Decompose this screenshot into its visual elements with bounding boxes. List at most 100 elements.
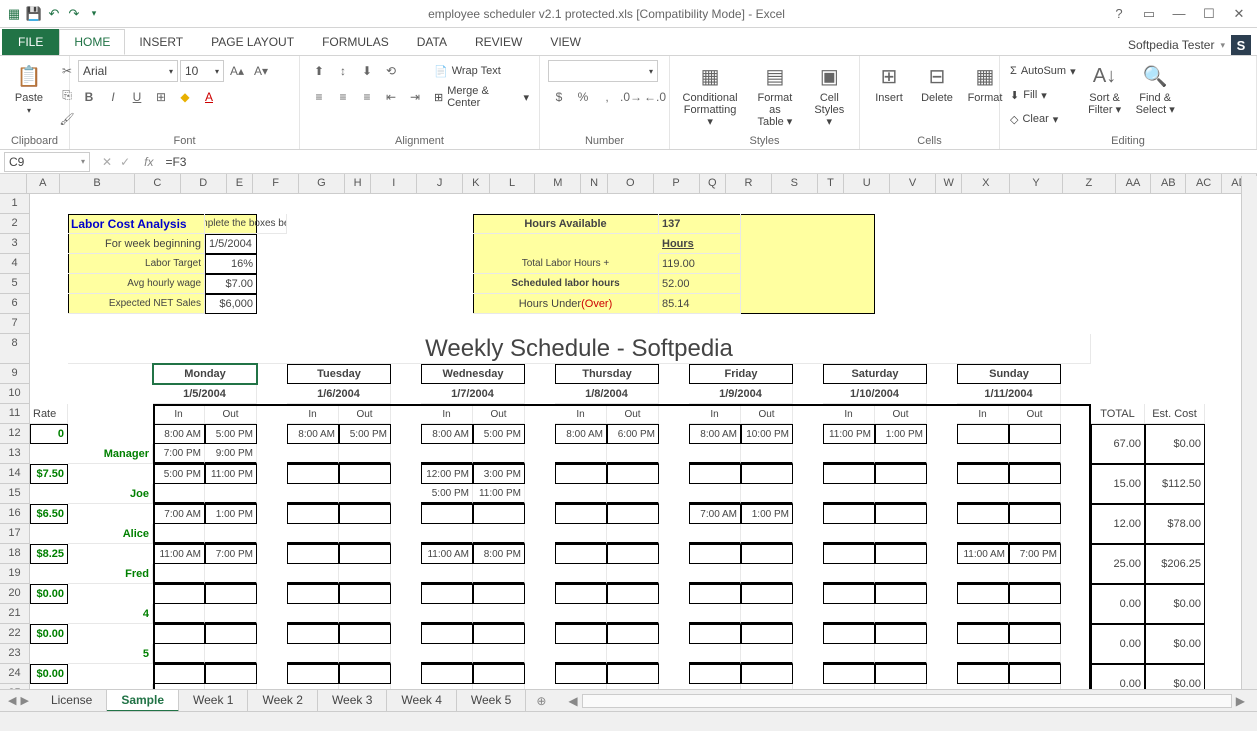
time-out[interactable]	[1009, 604, 1061, 624]
column-header[interactable]: O	[608, 174, 654, 193]
row-header[interactable]: 20	[0, 584, 30, 604]
time-out[interactable]: 5:00 PM	[339, 424, 391, 444]
wrap-text-button[interactable]: 📄 Wrap Text	[432, 60, 531, 82]
row-header[interactable]: 14	[0, 464, 30, 484]
cost-value[interactable]: $112.50	[1145, 464, 1205, 504]
row-header[interactable]: 7	[0, 314, 30, 334]
column-header[interactable]: L	[490, 174, 536, 193]
align-bottom-icon[interactable]: ⬇	[356, 60, 378, 82]
date-header[interactable]: 1/7/2004	[421, 384, 525, 404]
time-out[interactable]	[741, 464, 793, 484]
total-hours-value[interactable]: 119.00	[659, 254, 741, 274]
column-header[interactable]: W	[936, 174, 963, 193]
cost-header[interactable]: Est. Cost	[1145, 404, 1205, 424]
time-out[interactable]	[473, 664, 525, 684]
time-in[interactable]	[555, 644, 607, 664]
time-in[interactable]	[823, 584, 875, 604]
sheet-tab-week-2[interactable]: Week 2	[248, 690, 317, 712]
time-in[interactable]	[555, 524, 607, 544]
time-out[interactable]: 7:00 PM	[205, 544, 257, 564]
time-in[interactable]	[287, 644, 339, 664]
time-out[interactable]	[339, 584, 391, 604]
time-out[interactable]	[741, 644, 793, 664]
employee-name[interactable]: Joe	[68, 484, 153, 504]
percent-icon[interactable]: %	[572, 86, 594, 108]
ribbon-tab-insert[interactable]: INSERT	[125, 29, 197, 55]
time-in[interactable]	[555, 584, 607, 604]
sched-hours-label[interactable]: Scheduled labor hours	[473, 274, 659, 294]
vertical-scrollbar[interactable]	[1241, 176, 1257, 689]
labor-complete[interactable]: (Complete the boxes below)	[205, 214, 287, 234]
total-value[interactable]: 0.00	[1091, 584, 1145, 624]
time-in[interactable]	[823, 604, 875, 624]
time-out[interactable]: 1:00 PM	[741, 504, 793, 524]
time-out[interactable]	[741, 544, 793, 564]
italic-button[interactable]: I	[102, 86, 124, 108]
time-in[interactable]	[153, 484, 205, 504]
column-header[interactable]: S	[772, 174, 818, 193]
hours-under-value[interactable]: 85.14	[659, 294, 741, 314]
day-header[interactable]: Monday	[153, 364, 257, 384]
comma-icon[interactable]: ,	[596, 86, 618, 108]
time-out[interactable]	[339, 484, 391, 504]
column-header[interactable]: Y	[1010, 174, 1063, 193]
column-header[interactable]: AB	[1151, 174, 1186, 193]
time-in[interactable]	[823, 544, 875, 564]
column-header[interactable]: Z	[1063, 174, 1116, 193]
time-in[interactable]	[689, 484, 741, 504]
time-in[interactable]	[957, 424, 1009, 444]
time-out[interactable]	[875, 444, 927, 464]
ribbon-tab-page-layout[interactable]: PAGE LAYOUT	[197, 29, 308, 55]
help-icon[interactable]: ?	[1105, 3, 1133, 25]
time-in[interactable]	[957, 564, 1009, 584]
time-out[interactable]	[1009, 664, 1061, 684]
date-header[interactable]: 1/10/2004	[823, 384, 927, 404]
time-out[interactable]	[1009, 584, 1061, 604]
time-in[interactable]	[421, 624, 473, 644]
column-header[interactable]: G	[299, 174, 345, 193]
column-header[interactable]: P	[654, 174, 700, 193]
time-out[interactable]: 10:00 PM	[741, 424, 793, 444]
number-format-select[interactable]: ▾	[548, 60, 658, 82]
time-in[interactable]	[153, 524, 205, 544]
time-out[interactable]	[607, 464, 659, 484]
row-header[interactable]: 10	[0, 384, 30, 404]
time-out[interactable]	[875, 524, 927, 544]
save-icon[interactable]: 💾	[26, 6, 42, 22]
labor-target-label[interactable]: Labor Target	[68, 254, 205, 274]
time-in[interactable]	[153, 604, 205, 624]
name-box[interactable]: C9▾	[4, 152, 90, 172]
time-in[interactable]: 7:00 AM	[153, 504, 205, 524]
time-in[interactable]: 5:00 PM	[153, 464, 205, 484]
total-value[interactable]: 67.00	[1091, 424, 1145, 464]
time-in[interactable]	[689, 544, 741, 564]
time-out[interactable]: 7:00 PM	[1009, 544, 1061, 564]
time-out[interactable]	[607, 604, 659, 624]
time-in[interactable]	[689, 524, 741, 544]
increase-font-icon[interactable]: A▴	[226, 60, 248, 82]
time-in[interactable]: 7:00 AM	[689, 504, 741, 524]
time-in[interactable]	[287, 544, 339, 564]
time-out[interactable]	[875, 664, 927, 684]
row-header[interactable]: 8	[0, 334, 30, 364]
time-out[interactable]	[741, 564, 793, 584]
time-in[interactable]: 8:00 AM	[287, 424, 339, 444]
column-header[interactable]: F	[253, 174, 299, 193]
time-in[interactable]: 11:00 AM	[421, 544, 473, 564]
time-in[interactable]	[153, 624, 205, 644]
in-header[interactable]: In	[957, 404, 1009, 424]
time-out[interactable]	[339, 524, 391, 544]
select-all-corner[interactable]	[0, 174, 27, 193]
cost-value[interactable]: $0.00	[1145, 424, 1205, 464]
row-header[interactable]: 2	[0, 214, 30, 234]
time-out[interactable]	[875, 484, 927, 504]
time-out[interactable]	[339, 464, 391, 484]
time-out[interactable]	[473, 564, 525, 584]
time-out[interactable]	[607, 564, 659, 584]
time-out[interactable]	[875, 584, 927, 604]
time-in[interactable]	[689, 444, 741, 464]
time-out[interactable]	[607, 664, 659, 684]
total-value[interactable]: 25.00	[1091, 544, 1145, 584]
rate-value[interactable]: $0.00	[30, 624, 68, 644]
insert-button[interactable]: ⊞Insert	[868, 60, 910, 106]
